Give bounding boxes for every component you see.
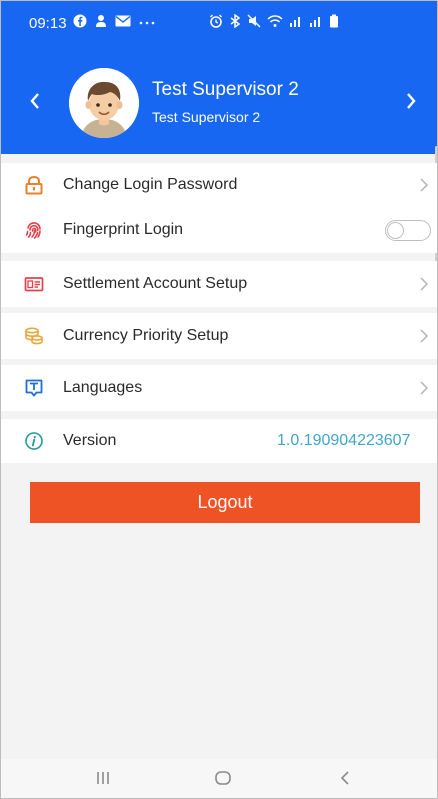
coins-icon xyxy=(23,325,45,347)
facebook-icon xyxy=(73,14,87,28)
logout-button[interactable]: Logout xyxy=(30,482,420,523)
menu-item-settlement-account[interactable]: Settlement Account Setup xyxy=(1,261,437,307)
id-card-icon xyxy=(23,273,45,295)
battery-icon xyxy=(330,14,338,28)
menu-item-label: Fingerprint Login xyxy=(63,221,184,238)
bluetooth-icon xyxy=(230,14,241,28)
toggle-knob xyxy=(387,221,404,239)
wifi-icon xyxy=(267,15,283,27)
lock-icon xyxy=(23,174,45,196)
menu-item-version: Version 1.0.190904223607 xyxy=(1,419,437,463)
home-icon[interactable] xyxy=(214,769,232,787)
menu-item-currency-priority[interactable]: Currency Priority Setup xyxy=(1,313,437,359)
menu-item-change-password[interactable]: Change Login Password xyxy=(1,163,437,207)
status-bar: 09:13 xyxy=(1,1,437,43)
user-role: Test Supervisor 2 xyxy=(152,109,261,125)
profile-header: 09:13 Test Supervisor 2 Test Supervisor … xyxy=(1,1,437,154)
fingerprint-toggle[interactable] xyxy=(385,219,431,241)
notification-app-icon xyxy=(96,15,106,27)
translate-icon xyxy=(23,377,45,399)
chevron-right-icon xyxy=(420,277,429,291)
mute-icon xyxy=(247,14,261,28)
system-status-icons xyxy=(209,14,339,28)
menu-item-label: Change Login Password xyxy=(63,176,238,193)
chevron-right-icon xyxy=(407,93,416,109)
next-account-button[interactable] xyxy=(397,84,425,118)
menu-item-label: Currency Priority Setup xyxy=(63,327,229,344)
signal-icon xyxy=(290,17,300,27)
fingerprint-icon xyxy=(23,219,45,241)
recent-apps-icon[interactable] xyxy=(95,769,111,787)
avatar-image xyxy=(69,68,139,138)
chevron-right-icon xyxy=(420,329,429,343)
menu-item-label: Languages xyxy=(63,379,143,396)
chevron-right-icon xyxy=(420,381,429,395)
mail-icon xyxy=(115,15,131,27)
menu-item-label: Settlement Account Setup xyxy=(63,275,248,292)
info-icon xyxy=(23,430,45,452)
chevron-right-icon xyxy=(420,178,429,192)
user-name: Test Supervisor 2 xyxy=(152,79,299,100)
previous-account-button[interactable] xyxy=(21,84,49,118)
back-icon[interactable] xyxy=(338,769,352,787)
notification-icons xyxy=(73,14,155,28)
system-nav-bar xyxy=(1,759,437,798)
status-time: 09:13 xyxy=(29,15,67,32)
more-dots-icon xyxy=(139,21,155,25)
signal-2-icon xyxy=(310,17,320,27)
alarm-icon xyxy=(210,14,222,28)
menu-item-languages[interactable]: Languages xyxy=(1,365,437,411)
avatar[interactable] xyxy=(69,68,139,138)
menu-item-fingerprint-login: Fingerprint Login xyxy=(1,207,437,253)
menu-item-label: Version xyxy=(63,432,117,449)
chevron-left-icon xyxy=(30,93,39,109)
phone-screen: 09:13 Test Supervisor 2 Test Supervisor … xyxy=(0,0,438,799)
version-value: 1.0.190904223607 xyxy=(277,432,411,449)
